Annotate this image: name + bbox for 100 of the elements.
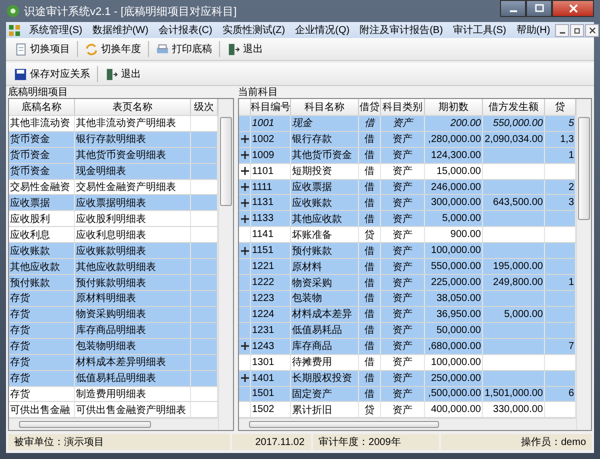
table-row[interactable]: 1101 短期投资 借 资产 15,000.00 (239, 164, 576, 180)
horizontal-scrollbar[interactable] (9, 418, 218, 430)
table-cell: 100,000.00 (430, 245, 481, 256)
close-button[interactable] (552, 0, 594, 17)
table-row[interactable]: 1243 库存商品 借 资产 ,680,000.00 7 (239, 338, 576, 355)
table-cell: 低值易耗品 (291, 322, 359, 338)
plus-icon[interactable] (240, 135, 248, 144)
menu-item[interactable]: 系统管理(S) (24, 23, 88, 37)
table-row[interactable]: 1002 银行存款 借 资产 ,280,000.00 2,090,034.00 1,3 (239, 132, 576, 148)
child-minimize-button[interactable] (555, 24, 570, 36)
table-row[interactable]: 应收账款 应收账款明细表 (9, 243, 218, 260)
toolbar-button[interactable]: 退出 (223, 41, 267, 57)
column-header[interactable]: 期初数 (425, 99, 483, 115)
table-row[interactable]: 其他应收款 其他应收款明细表 (9, 259, 218, 276)
table-row[interactable]: 存货 原材料明细表 (9, 291, 218, 307)
child-close-button[interactable] (585, 24, 600, 36)
table-row[interactable]: 1221 原材料 借 资产 550,000.00 195,000.00 (239, 259, 576, 276)
plus-icon[interactable] (240, 183, 248, 191)
table-cell: 借 (359, 386, 381, 402)
table-row[interactable]: 存货 材料成本差异明细表 (9, 354, 218, 371)
table-cell: 3 (568, 197, 574, 208)
table-cell: 资产 (381, 306, 425, 322)
table-cell: 原材料明细表 (75, 291, 191, 306)
vertical-scrollbar[interactable] (576, 99, 591, 430)
table-row[interactable]: 货币资金 银行存款明细表 (9, 132, 218, 148)
plus-icon[interactable] (240, 214, 248, 223)
menu-item[interactable]: 审计工具(S) (448, 23, 512, 37)
table-cell: 1009 (251, 148, 291, 163)
table-row[interactable]: 1502 累计折旧 贷 资产 400,000.00 330,000.00 (239, 402, 576, 418)
table-row[interactable]: 交易性金融资 交易性金融资产明细表 (9, 180, 218, 196)
table-row[interactable]: 预付账款 预付账款明细表 (9, 275, 218, 291)
menu-item[interactable]: 企业情况(Q) (290, 23, 355, 37)
table-row[interactable]: 货币资金 现金明细表 (9, 164, 218, 180)
menu-item[interactable]: 数据维护(W) (87, 23, 154, 37)
table-row[interactable]: 其他非流动资 其他非流动资产明细表 (9, 116, 218, 132)
menu-item[interactable]: 附注及审计报告(B) (354, 23, 448, 37)
table-cell: 预付账款 (291, 243, 359, 258)
table-row[interactable]: 1301 待摊费用 借 资产 100,000.00 (239, 354, 576, 371)
table-row[interactable]: 货币资金 其他货币资金明细表 (9, 148, 218, 164)
horizontal-scrollbar[interactable] (239, 418, 576, 430)
toolbar-button[interactable]: 切换项目 (10, 41, 74, 57)
column-header[interactable]: 借贷 (359, 99, 381, 115)
toolbar-button[interactable]: 切换年度 (81, 41, 145, 57)
table-row[interactable]: 1222 物资采购 借 资产 225,000.00 249,800.00 1 (239, 275, 576, 291)
table-row[interactable]: 存货 制造费用明细表 (9, 386, 218, 402)
column-header[interactable]: 科目类别 (381, 99, 425, 115)
table-cell: 借 (359, 180, 381, 194)
column-header[interactable]: 表页名称 (75, 99, 191, 115)
panel-title: 底稿明细项目 (8, 87, 69, 98)
plus-icon[interactable] (240, 167, 248, 176)
column-header[interactable]: 底稿名称 (9, 99, 75, 115)
table-row[interactable]: 1131 应收账款 借 资产 300,000.00 643,500.00 3 (239, 195, 576, 212)
vertical-scrollbar[interactable] (218, 99, 233, 430)
table-cell: 其他应收款明细表 (75, 259, 191, 274)
table-cell: 坏账准备 (291, 227, 359, 242)
table-cell: 其他货币资金 (291, 148, 359, 163)
table-row[interactable]: 存货 库存商品明细表 (9, 322, 218, 339)
column-header[interactable]: 借方发生额 (483, 99, 545, 115)
maximize-button[interactable] (526, 0, 552, 17)
table-row[interactable]: 应收票据 应收票据明细表 (9, 195, 218, 212)
table-row[interactable]: 1141 坏账准备 贷 资产 900.00 (239, 227, 576, 244)
plus-icon[interactable] (240, 198, 248, 207)
table-row[interactable]: 存货 物资采购明细表 (9, 306, 218, 323)
table-cell: 5 (568, 118, 574, 129)
table-row[interactable]: 1151 预付账款 借 资产 100,000.00 (239, 243, 576, 260)
table-cell: 249,800.00 (492, 277, 543, 288)
table-row[interactable]: 存货 包装物明细表 (9, 338, 218, 355)
table-cell: 固定资产 (291, 386, 359, 402)
table-row[interactable]: 存货 低值易耗品明细表 (9, 370, 218, 387)
table-row[interactable]: 应收股利 应收股利明细表 (9, 211, 218, 228)
plus-icon[interactable] (240, 246, 248, 255)
table-row[interactable]: 1009 其他货币资金 借 资产 124,300.00 1 (239, 148, 576, 164)
toolbar-button[interactable]: 保存对应关系 (10, 66, 94, 82)
table-row[interactable]: 1133 其他应收款 借 资产 5,000.00 (239, 211, 576, 228)
table-row[interactable]: 1001 现金 借 资产 200.00 550,000.00 5 (239, 116, 576, 132)
plus-icon[interactable] (240, 342, 248, 350)
table-row[interactable]: 1223 包装物 借 资产 38,050.00 (239, 291, 576, 307)
toolbar-button[interactable]: 退出 (101, 66, 145, 82)
table-row[interactable]: 可供出售金融 可供出售金融资产明细表 (9, 402, 218, 418)
table-row[interactable]: 1224 材料成本差异 借 资产 36,950.00 5,000.00 (239, 306, 576, 323)
plus-icon[interactable] (240, 374, 248, 382)
plus-icon[interactable] (240, 151, 248, 160)
menu-item[interactable]: 会计报表(C) (153, 23, 218, 37)
table-cell: 借 (359, 164, 381, 179)
table-cell: 库存商品 (291, 338, 359, 354)
table-row[interactable]: 1401 长期股权投资 借 资产 250,000.00 (239, 370, 576, 387)
menu-item[interactable]: 实质性测试(Z) (217, 23, 290, 37)
table-row[interactable]: 应收利息 应收利息明细表 (9, 227, 218, 244)
table-cell: 195,000.00 (492, 261, 543, 272)
toolbar-button[interactable]: 打印底稿 (152, 41, 216, 57)
column-header[interactable]: 科目名称 (291, 99, 359, 115)
table-row[interactable]: 1111 应收票据 借 资产 246,000.00 2 (239, 180, 576, 196)
minimize-button[interactable] (500, 0, 526, 17)
table-cell: 库存商品明细表 (75, 322, 191, 338)
table-row[interactable]: 1231 低值易耗品 借 资产 50,000.00 (239, 322, 576, 339)
menu-item[interactable]: 帮助(H) (511, 23, 556, 37)
table-cell: 1111 (251, 180, 291, 194)
table-row[interactable]: 1501 固定资产 借 资产 ,500,000.00 1,501,000.00 6 (239, 386, 576, 402)
child-restore-button[interactable] (570, 24, 584, 36)
table-cell: 银行存款明细表 (75, 132, 191, 147)
